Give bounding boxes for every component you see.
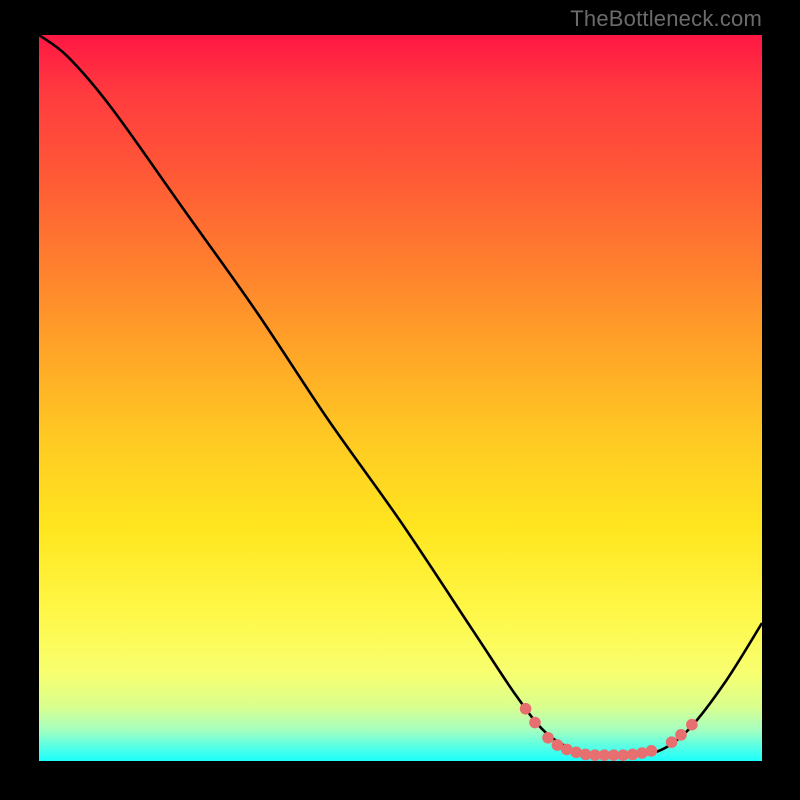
highlight-dot <box>542 732 554 744</box>
bottleneck-curve <box>39 35 762 756</box>
highlight-dot <box>520 703 532 715</box>
chart-svg <box>39 35 762 761</box>
highlight-dot <box>529 717 541 729</box>
highlight-dot <box>666 736 678 748</box>
highlight-dot <box>675 729 687 741</box>
plot-area <box>39 35 762 761</box>
highlight-dot <box>686 719 698 731</box>
chart-frame: TheBottleneck.com <box>0 0 800 800</box>
highlight-dot <box>646 745 658 757</box>
watermark-label: TheBottleneck.com <box>570 6 762 32</box>
